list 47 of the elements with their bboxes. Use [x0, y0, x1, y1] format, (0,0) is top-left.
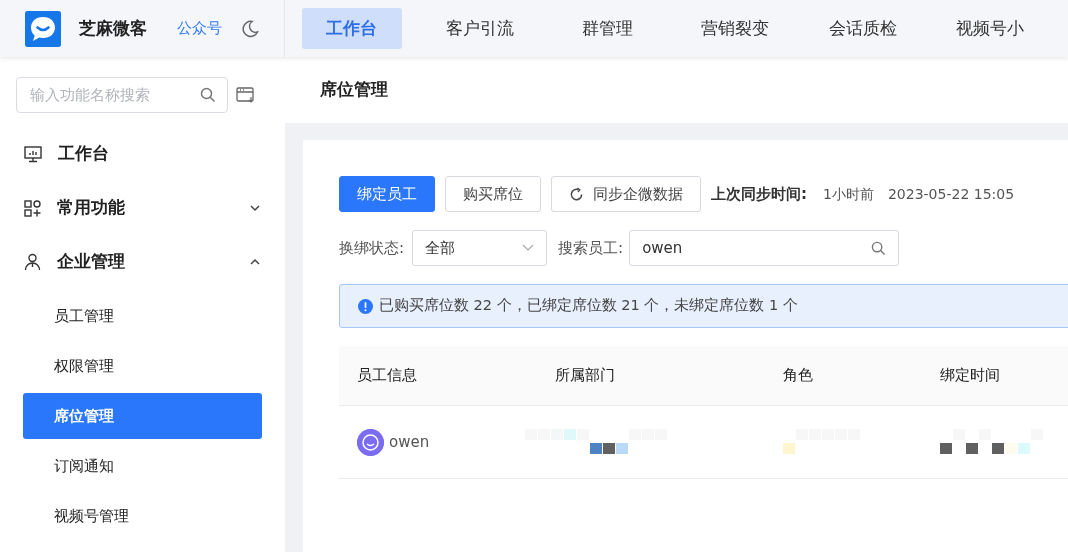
- person-icon: [24, 253, 41, 271]
- sidebar-item[interactable]: 企业管理: [16, 235, 269, 289]
- search-icon: [871, 240, 887, 256]
- sidebar-subitem[interactable]: 视频号管理: [23, 493, 262, 539]
- employee-search-field[interactable]: owen: [629, 230, 900, 266]
- alert-text: 已购买席位数 22 个，已绑定席位数 21 个，未绑定席位数 1 个: [379, 296, 798, 316]
- nav-tab[interactable]: 客户引流: [429, 8, 530, 49]
- apps-icon: [24, 199, 41, 217]
- sync-label: 上次同步时间:: [711, 183, 807, 205]
- filter-label: 换绑状态:: [339, 237, 405, 259]
- page-title: 席位管理: [320, 78, 388, 102]
- sidebar-subitem[interactable]: 员工管理: [23, 293, 262, 339]
- brand-name: 芝麻微客: [79, 16, 147, 40]
- chevron-down-icon: [522, 244, 535, 252]
- search-icon: [200, 87, 216, 103]
- nav-tab[interactable]: 群管理: [557, 8, 657, 49]
- nav-tab[interactable]: 会话质检: [812, 8, 913, 49]
- toolbar-button[interactable]: 同步企微数据: [551, 176, 701, 212]
- column-header: 员工信息: [357, 366, 417, 385]
- official-account-link[interactable]: 公众号: [177, 17, 222, 40]
- sidebar-subitem[interactable]: 席位管理: [23, 393, 262, 439]
- column-header: 角色: [783, 366, 813, 385]
- chevron-up-icon: [249, 258, 261, 266]
- nav-tab[interactable]: 营销裂变: [685, 8, 785, 49]
- info-icon: [358, 298, 373, 314]
- refresh-icon: [569, 186, 584, 202]
- column-header: 绑定时间: [940, 366, 1000, 385]
- toolbar-button[interactable]: 购买席位: [445, 176, 541, 212]
- sync-time: 2023-05-22 15:05: [887, 184, 1015, 204]
- function-search-field[interactable]: 输入功能名称搜索: [16, 77, 228, 113]
- column-header: 所属部门: [555, 366, 615, 385]
- layout-icon[interactable]: [236, 86, 256, 104]
- toolbar-button[interactable]: 绑定员工: [339, 176, 435, 212]
- sidebar-subitem[interactable]: 权限管理: [23, 343, 262, 389]
- avatar-icon: [357, 428, 384, 456]
- chevron-down-icon: [249, 204, 261, 212]
- monitor-icon: [24, 145, 42, 163]
- sidebar-item[interactable]: 工作台: [16, 127, 269, 181]
- sidebar-subitem[interactable]: 订阅通知: [23, 443, 262, 489]
- sync-ago: 1小时前: [823, 184, 874, 204]
- employee-name: owen: [389, 431, 430, 453]
- filter-label: 搜索员工:: [558, 237, 624, 259]
- moon-icon[interactable]: [240, 18, 260, 39]
- sidebar-item[interactable]: 常用功能: [16, 181, 269, 235]
- nav-tab[interactable]: 视频号小: [940, 8, 1041, 49]
- logo-icon: [25, 10, 61, 47]
- status-select[interactable]: 全部: [412, 230, 548, 266]
